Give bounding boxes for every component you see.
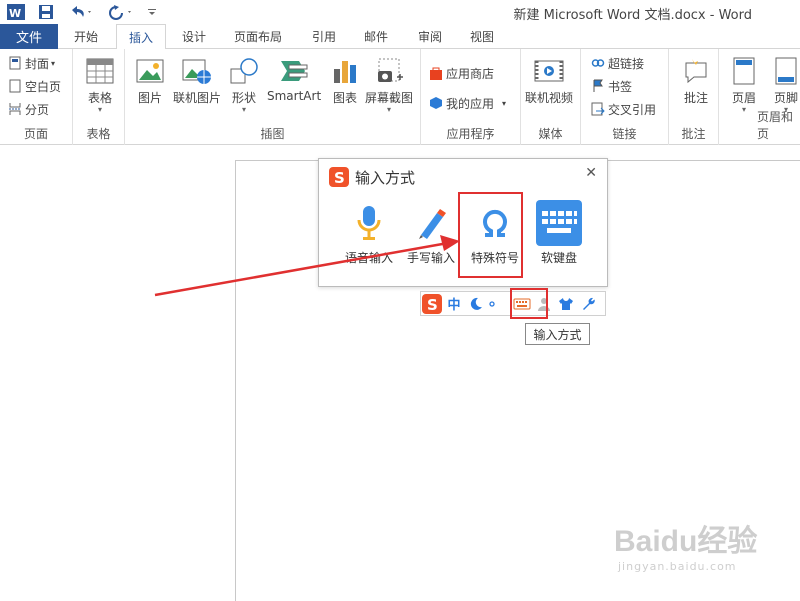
sogou-bar-icon[interactable]: S	[421, 293, 443, 315]
tooltip-input-method: 输入方式	[525, 323, 590, 345]
punctuation-icon[interactable]	[487, 293, 497, 315]
moon-icon[interactable]	[465, 293, 487, 315]
wrench-icon[interactable]	[577, 293, 599, 315]
baidu-jingyan-watermark: Baidu经验 jingyan.baidu.com	[614, 525, 758, 573]
skin-shirt-icon[interactable]	[555, 293, 577, 315]
annotation-arrow	[154, 235, 460, 297]
highlight-keyboard-icon	[510, 288, 548, 319]
chinese-mode-indicator[interactable]: 中	[443, 293, 465, 315]
svg-text:S: S	[427, 296, 438, 314]
